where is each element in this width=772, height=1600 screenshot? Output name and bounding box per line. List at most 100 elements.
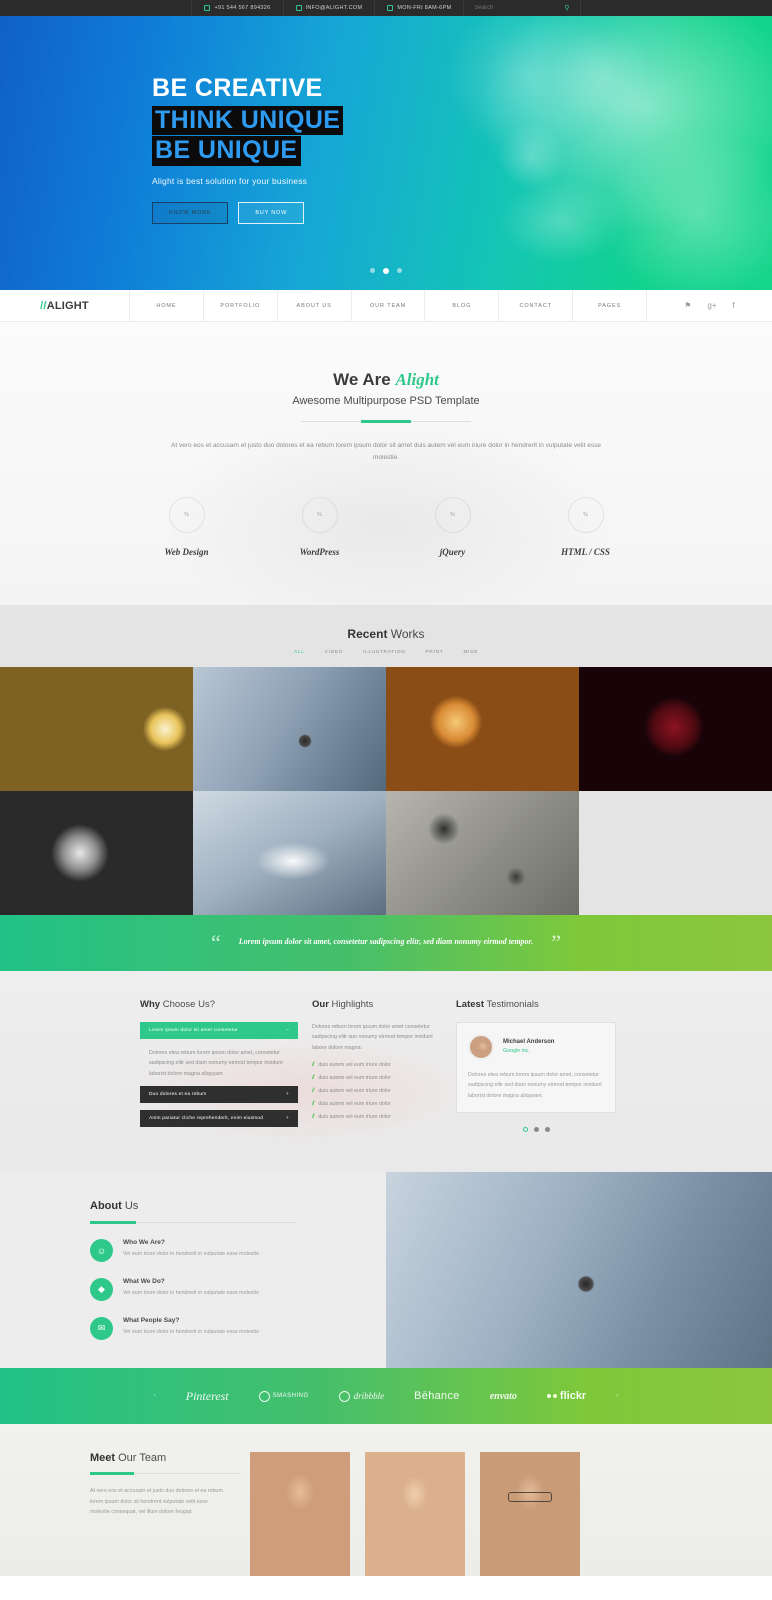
filter-all[interactable]: ALL	[294, 650, 305, 655]
envato-logo[interactable]: envato	[490, 1391, 517, 1402]
nav-item-about-us[interactable]: ABOUT US	[278, 290, 352, 321]
testimonial-dot-1[interactable]	[522, 1127, 528, 1133]
know-more-button[interactable]: KNOW MORE	[152, 201, 229, 224]
we-are-subtitle: Awesome Multipurpose PSD Template	[292, 395, 480, 407]
portfolio-grid	[0, 666, 772, 915]
why-choose-us-title: Why Choose Us?	[140, 999, 298, 1010]
smashing-magazine-logo[interactable]: SMASHING	[258, 1390, 309, 1402]
pinterest-logo[interactable]: Pinterest	[186, 1389, 229, 1404]
highlight-text: duis autem vel eum iriure dolor	[318, 1101, 391, 1108]
flickr-label: flickr	[559, 1390, 587, 1403]
slash-bullet-icon: //	[312, 1101, 315, 1108]
hero-dot-2[interactable]	[383, 268, 389, 274]
topbar-search[interactable]: ⚲	[463, 0, 581, 16]
nav-item-home[interactable]: HOME	[130, 290, 204, 321]
accordion-item-3-header[interactable]: Anim pariatur cliche reprehenderit, enim…	[140, 1110, 298, 1128]
nav-item-contact[interactable]: CONTACT	[499, 290, 574, 321]
nav-item-portfolio[interactable]: PORTFOLIO	[204, 290, 278, 321]
filter-print[interactable]: PRINT	[426, 650, 444, 655]
top-contact-bar: +91 544 567 894326 INFO@ALIGHT.COM MON-F…	[0, 0, 772, 16]
phone-icon	[204, 5, 211, 11]
topbar-phone-text: +91 544 567 894326	[214, 5, 271, 11]
testimonial-dot-2[interactable]	[533, 1127, 539, 1133]
flickr-logo[interactable]: flickr	[546, 1390, 587, 1403]
recent-works-title-rest: Works	[387, 626, 425, 641]
buy-now-button[interactable]: BUY NOW	[238, 201, 305, 224]
work-red-wine[interactable]	[579, 666, 772, 791]
testimonial-dots	[456, 1127, 616, 1133]
topbar-phone[interactable]: +91 544 567 894326	[191, 0, 282, 16]
testimonial-dot-3[interactable]	[544, 1127, 550, 1133]
skill-progress-ring: %	[567, 496, 604, 533]
landing-page: +91 544 567 894326 INFO@ALIGHT.COM MON-F…	[0, 0, 772, 1577]
hero-subtitle: Alight is best solution for your busines…	[152, 175, 308, 186]
nav-item-our-team[interactable]: OUR TEAM	[352, 290, 426, 321]
about-item-who-we-are[interactable]: ☺ Who We Are? Vel eum iriure dolor in he…	[90, 1239, 334, 1263]
team-member-2[interactable]	[365, 1452, 465, 1577]
facebook-icon[interactable]: f	[733, 301, 735, 310]
search-icon[interactable]: ⚲	[564, 4, 569, 12]
envelope-icon	[295, 5, 302, 11]
testimonials-title-bold: Latest	[456, 998, 484, 1010]
about-item-desc: Vel eum iriure dolor in hendrerit in vul…	[123, 1290, 260, 1297]
clock-icon	[387, 5, 394, 11]
team-intro: Meet Our Team At vero eos et accusam et …	[90, 1452, 250, 1516]
about-item-what-people-say[interactable]: ✉ What People Say? Vel eum iriure dolor …	[90, 1317, 334, 1341]
smashing-mark-icon	[258, 1390, 270, 1402]
hero-slider-dots	[0, 268, 772, 274]
hero-dot-3[interactable]	[397, 268, 402, 273]
skill-label: jQuery	[439, 546, 466, 557]
highlight-text: duis autem vel eum iriure dolor	[318, 1075, 391, 1082]
testimonial-author-row: Michael Anderson Google inc.	[468, 1033, 604, 1060]
team-member-1[interactable]	[250, 1452, 350, 1577]
skill-label: Web Design	[164, 546, 209, 557]
filter-video[interactable]: VIDEO	[325, 650, 343, 655]
accordion-item-1-body: Dolores etea rebum lorem ipsum dolor ame…	[149, 1049, 283, 1077]
features-row: Why Choose Us? Lorem ipsum dolor sit ame…	[0, 971, 772, 1173]
brands-prev-arrow[interactable]: ‹	[154, 1393, 156, 1399]
nav-item-blog[interactable]: BLOG	[425, 290, 500, 321]
accordion-item-1-header[interactable]: Lorem ipsum dolor sit amet consetetur –	[140, 1021, 298, 1039]
recent-works-title: Recent Works	[0, 627, 772, 641]
topbar-hours-text: MON-FRI 8AM-6PM	[397, 5, 452, 11]
work-car-driver[interactable]	[0, 666, 193, 791]
portfolio-filters: ALL VIDEO ILLUSTRATION PRINT MISE	[0, 650, 772, 667]
about-item-what-we-do[interactable]: ◆ What We Do? Vel eum iriure dolor in he…	[90, 1278, 334, 1302]
hero-buttons: KNOW MORE BUY NOW	[152, 201, 772, 224]
flickr-dots-icon	[546, 1394, 557, 1399]
highlights-title-bold: Our	[312, 998, 329, 1010]
search-input[interactable]	[474, 5, 535, 11]
topbar-email[interactable]: INFO@ALIGHT.COM	[282, 0, 375, 16]
we-are-title: We Are Alight	[0, 370, 772, 390]
work-ring-light[interactable]	[193, 790, 386, 915]
dribbble-logo[interactable]: dribbble	[338, 1390, 384, 1402]
testimonials-title: Latest Testimonials	[456, 999, 616, 1010]
plus-icon: +	[285, 1092, 289, 1098]
accordion-item-3-label: Anim pariatur cliche reprehenderit, enim…	[149, 1116, 264, 1122]
site-logo[interactable]: //ALIGHT	[0, 290, 130, 321]
hero-slider: BE CREATIVE THINK UNIQUE BE UNIQUE Aligh…	[0, 16, 772, 290]
hero-headline-2: THINK UNIQUE	[152, 105, 344, 135]
recent-works-title-bold: Recent	[347, 626, 388, 641]
filter-illustration[interactable]: ILLUSTRATION	[363, 650, 405, 655]
work-desk-items[interactable]	[386, 790, 579, 915]
chat-icon: ✉	[90, 1317, 113, 1341]
filter-mise[interactable]: MISE	[463, 650, 478, 655]
accordion-item-2-header[interactable]: Duo dolores et ea rebum +	[140, 1086, 298, 1104]
hero-dot-1[interactable]	[370, 268, 375, 273]
work-grey-coat[interactable]	[193, 666, 386, 791]
accordion-item-2-label: Duo dolores et ea rebum	[149, 1092, 207, 1098]
we-are-title-plain: We Are	[333, 370, 396, 389]
google-plus-icon[interactable]: g+	[707, 301, 716, 310]
nav-item-pages[interactable]: PAGES	[573, 290, 648, 321]
brands-next-arrow[interactable]: ›	[616, 1393, 618, 1399]
hero-headline-3: BE UNIQUE	[152, 136, 301, 166]
twitter-icon[interactable]: ⚑	[684, 301, 691, 310]
about-us-section: About Us ☺ Who We Are? Vel eum iriure do…	[0, 1172, 772, 1369]
logo-text: ALIGHT	[46, 299, 89, 312]
work-dashboard[interactable]	[0, 790, 193, 915]
work-fried-food[interactable]	[386, 666, 579, 791]
team-member-3[interactable]	[480, 1452, 580, 1577]
highlight-text: duis autem vel eum iriure dolor	[318, 1088, 391, 1095]
behance-logo[interactable]: Bēhance	[414, 1390, 460, 1402]
